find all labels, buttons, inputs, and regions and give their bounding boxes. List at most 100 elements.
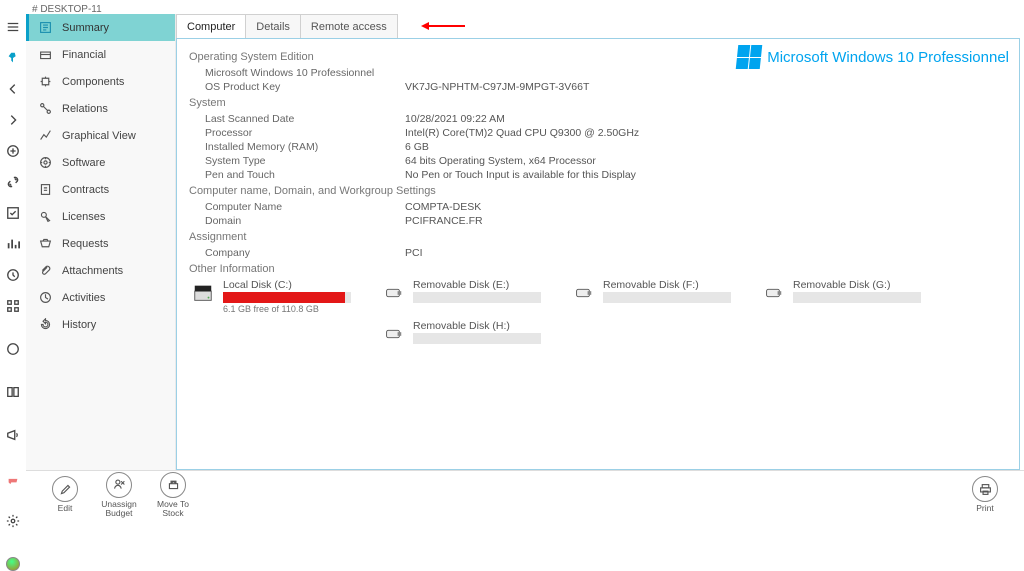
attachments-icon [38, 264, 52, 278]
sidebar: Summary Financial Components Relations G… [26, 14, 176, 470]
disks: Local Disk (C:) 6.1 GB free of 110.8 GB … [191, 279, 1005, 352]
row-last-scanned: Last Scanned Date10/28/2021 09:22 AM [191, 113, 1005, 125]
graph-icon [38, 129, 52, 143]
sidebar-item-label: Requests [62, 238, 108, 250]
tab-bar: Computer Details Remote access [176, 14, 1020, 38]
notification-icon[interactable] [6, 471, 20, 502]
disk-removable-g[interactable]: Removable Disk (G:) [761, 279, 951, 314]
sidebar-item-summary[interactable]: Summary [26, 14, 175, 41]
sidebar-item-label: Summary [62, 22, 109, 34]
checkbox-icon[interactable] [6, 206, 20, 225]
sidebar-item-financial[interactable]: Financial [26, 41, 175, 68]
menu-icon[interactable] [6, 20, 20, 39]
move-to-stock-button[interactable]: Move ToStock [146, 472, 200, 518]
sidebar-item-software[interactable]: Software [26, 149, 175, 176]
bottom-action-bar: Edit UnassignBudget Move ToStock Print [26, 470, 1024, 518]
disk-removable-f[interactable]: Removable Disk (F:) [571, 279, 761, 314]
annotation-arrow [421, 14, 465, 38]
move-to-stock-label: Move ToStock [157, 500, 189, 518]
usb-icon [381, 322, 405, 346]
row-product-key: OS Product KeyVK7JG-NPHTM-C97JM-9MPGT-3V… [191, 81, 1005, 93]
row-pen-touch: Pen and TouchNo Pen or Touch Input is av… [191, 169, 1005, 181]
tab-remote-access[interactable]: Remote access [300, 14, 398, 38]
sidebar-item-attachments[interactable]: Attachments [26, 257, 175, 284]
megaphone-icon[interactable] [6, 428, 20, 459]
disk-removable-e[interactable]: Removable Disk (E:) [381, 279, 571, 314]
sidebar-item-label: History [62, 319, 96, 331]
sidebar-item-licenses[interactable]: Licenses [26, 203, 175, 230]
sidebar-item-label: Components [62, 76, 124, 88]
book-icon[interactable] [6, 385, 20, 416]
print-button[interactable]: Print [958, 476, 1012, 513]
back-icon[interactable] [6, 82, 20, 101]
row-ram: Installed Memory (RAM)6 GB [191, 141, 1005, 153]
section-assignment: Assignment [189, 231, 1005, 243]
pin-icon[interactable] [6, 51, 20, 70]
user-avatar[interactable] [6, 557, 20, 571]
breadcrumb: # DESKTOP-11 [32, 4, 102, 15]
disk-usage-bar [413, 333, 541, 344]
sidebar-item-components[interactable]: Components [26, 68, 175, 95]
edit-button[interactable]: Edit [38, 476, 92, 513]
bars-icon[interactable] [6, 237, 20, 256]
sidebar-item-activities[interactable]: Activities [26, 284, 175, 311]
disk-usage-fill [223, 292, 345, 303]
settings-icon[interactable] [6, 514, 20, 545]
apps-icon[interactable] [6, 299, 20, 318]
disk-usage-bar [793, 292, 921, 303]
licenses-icon [38, 210, 52, 224]
usb-icon [761, 281, 785, 305]
forward-icon[interactable] [6, 113, 20, 132]
chat-icon[interactable] [6, 342, 20, 373]
add-icon[interactable] [6, 144, 20, 163]
row-processor: ProcessorIntel(R) Core(TM)2 Quad CPU Q93… [191, 127, 1005, 139]
disk-label: Removable Disk (H:) [413, 320, 571, 332]
disk-local-c[interactable]: Local Disk (C:) 6.1 GB free of 110.8 GB [191, 279, 381, 314]
disk-removable-h[interactable]: Removable Disk (H:) [381, 320, 571, 346]
section-cndw: Computer name, Domain, and Workgroup Set… [189, 185, 1005, 197]
financial-icon [38, 48, 52, 62]
relations-icon [38, 102, 52, 116]
sidebar-item-label: Relations [62, 103, 108, 115]
tab-details[interactable]: Details [245, 14, 301, 38]
sidebar-item-label: Contracts [62, 184, 109, 196]
sidebar-item-graphical-view[interactable]: Graphical View [26, 122, 175, 149]
disk-label: Removable Disk (E:) [413, 279, 571, 291]
sidebar-item-history[interactable]: History [26, 311, 175, 338]
activities-icon [38, 291, 52, 305]
history-icon[interactable] [6, 268, 20, 287]
unassign-budget-label: UnassignBudget [101, 500, 136, 518]
row-domain: DomainPCIFRANCE.FR [191, 215, 1005, 227]
main-content: Computer Details Remote access Microsoft… [176, 14, 1020, 470]
sidebar-item-contracts[interactable]: Contracts [26, 176, 175, 203]
contracts-icon [38, 183, 52, 197]
windows-logo-icon [736, 45, 763, 69]
disk-usage-bar [223, 292, 351, 303]
usb-icon [571, 281, 595, 305]
summary-icon [38, 21, 52, 35]
sidebar-item-label: Attachments [62, 265, 123, 277]
unassign-budget-button[interactable]: UnassignBudget [92, 472, 146, 518]
disk-usage-bar [413, 292, 541, 303]
section-system: System [189, 97, 1005, 109]
disk-usage-text: 6.1 GB free of 110.8 GB [223, 304, 381, 314]
sidebar-item-label: Activities [62, 292, 105, 304]
sidebar-item-requests[interactable]: Requests [26, 230, 175, 257]
row-system-type: System Type64 bits Operating System, x64… [191, 155, 1005, 167]
computer-panel: Microsoft Windows 10 Professionnel Opera… [176, 38, 1020, 470]
sidebar-item-relations[interactable]: Relations [26, 95, 175, 122]
sidebar-item-label: Licenses [62, 211, 105, 223]
link-icon[interactable] [6, 175, 20, 194]
section-other: Other Information [189, 263, 1005, 275]
icon-rail [0, 14, 26, 518]
row-computer-name: Computer NameCOMPTA-DESK [191, 201, 1005, 213]
tab-computer[interactable]: Computer [176, 14, 246, 38]
sidebar-item-label: Software [62, 157, 105, 169]
edit-label: Edit [58, 504, 73, 513]
row-company: CompanyPCI [191, 247, 1005, 259]
disk-label: Local Disk (C:) [223, 279, 381, 291]
os-brand: Microsoft Windows 10 Professionnel [737, 45, 1009, 69]
sidebar-item-label: Graphical View [62, 130, 136, 142]
hard-disk-icon [191, 281, 215, 305]
sidebar-item-label: Financial [62, 49, 106, 61]
